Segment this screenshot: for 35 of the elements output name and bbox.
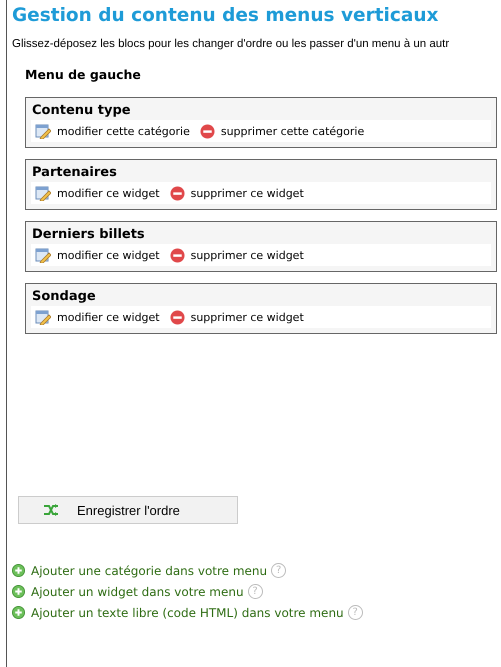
edit-icon[interactable]	[35, 247, 51, 263]
menu-heading: Menu de gauche	[25, 67, 142, 82]
add-link[interactable]: Ajouter un widget dans votre menu	[31, 584, 244, 598]
delete-icon[interactable]	[200, 124, 215, 138]
add-icon[interactable]	[12, 585, 25, 598]
edit-icon[interactable]	[35, 123, 51, 139]
instructions-text: Glissez-déposez les blocs pour les changer d'ordre ou les passer d'un menu à un autr	[12, 38, 450, 50]
delete-link[interactable]: supprimer ce widget	[190, 186, 304, 200]
edit-link[interactable]: modifier ce widget	[57, 186, 160, 200]
edit-link[interactable]: modifier ce widget	[57, 310, 160, 324]
menu-block[interactable]: Sondage modifier ce widget supprimer ce widget	[25, 283, 497, 334]
delete-icon[interactable]	[170, 310, 185, 324]
delete-link[interactable]: supprimer cette catégorie	[220, 124, 364, 138]
page-title: Gestion du contenu des menus verticaux	[12, 4, 440, 26]
edit-link[interactable]: modifier ce widget	[57, 248, 160, 262]
delete-link[interactable]: supprimer ce widget	[190, 248, 304, 262]
block-title: Partenaires	[32, 165, 118, 180]
delete-icon[interactable]	[170, 186, 185, 200]
menu-block[interactable]: Partenaires modifier ce widget supprimer ce widget	[25, 159, 497, 210]
menu-block[interactable]: Derniers billets modifier ce widget supprimer ce widget	[25, 221, 497, 272]
add-link[interactable]: Ajouter un texte libre (code HTML) dans votre menu	[31, 606, 344, 620]
edit-link[interactable]: modifier cette catégorie	[57, 124, 190, 138]
add-icon[interactable]	[12, 564, 25, 577]
block-title: Sondage	[32, 289, 97, 304]
delete-link[interactable]: supprimer ce widget	[190, 310, 304, 324]
edit-icon[interactable]	[35, 185, 51, 201]
add-link[interactable]: Ajouter une catégorie dans votre menu	[31, 564, 268, 578]
save-order-button[interactable]: Enregistrer l'ordre	[18, 496, 238, 524]
delete-icon[interactable]	[170, 248, 185, 262]
edit-icon[interactable]	[35, 309, 51, 325]
add-icon[interactable]	[12, 606, 25, 619]
menu-block[interactable]: Contenu type modifier cette catégorie supprimer cette catégorie	[25, 97, 497, 148]
block-title: Contenu type	[32, 103, 132, 118]
block-title: Derniers billets	[32, 227, 146, 242]
reorder-icon	[43, 504, 59, 516]
